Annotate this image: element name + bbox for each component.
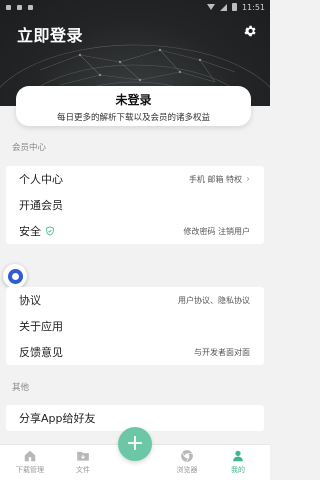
row-label: 协议 bbox=[19, 294, 41, 307]
row-label: 分享App给好友 bbox=[19, 412, 96, 425]
tab-label: 我的 bbox=[231, 466, 245, 474]
row-security[interactable]: 安全 修改密码 注销用户 bbox=[6, 218, 264, 244]
status-time: 11:51 bbox=[241, 2, 265, 12]
notification-icon bbox=[6, 4, 11, 10]
row-value: 与开发者面对面 bbox=[194, 347, 250, 357]
tab-download-manager[interactable]: 下载管理 bbox=[10, 447, 50, 475]
plus-icon: + bbox=[125, 431, 145, 456]
row-about[interactable]: 关于应用 bbox=[6, 313, 264, 339]
page-title[interactable]: 立即登录 bbox=[17, 22, 83, 46]
browser-icon bbox=[181, 450, 193, 462]
section-label-other: 其他 bbox=[12, 383, 30, 393]
section-label-member: 会员中心 bbox=[12, 143, 47, 153]
row-open-membership[interactable]: 开通会员 bbox=[6, 192, 264, 218]
row-personal-center[interactable]: 个人中心 手机 邮箱 特权 › bbox=[6, 166, 264, 192]
tab-label: 浏览器 bbox=[176, 466, 198, 474]
add-button[interactable]: + bbox=[118, 427, 152, 461]
tab-label: 文件 bbox=[76, 466, 90, 474]
tab-files[interactable]: 文件 bbox=[63, 447, 103, 475]
row-label: 反馈意见 bbox=[19, 346, 63, 359]
row-value: 手机 邮箱 特权 bbox=[188, 174, 242, 184]
login-status: 未登录 bbox=[115, 93, 152, 107]
notification-icon bbox=[17, 4, 22, 10]
row-label: 个人中心 bbox=[19, 173, 63, 186]
gear-icon[interactable] bbox=[243, 24, 257, 38]
tab-label: 下载管理 bbox=[16, 466, 44, 474]
folder-icon bbox=[77, 451, 89, 461]
login-card[interactable]: 未登录 每日更多的解析下载以及会员的诸多权益 bbox=[16, 86, 251, 126]
login-subtitle: 每日更多的解析下载以及会员的诸多权益 bbox=[56, 113, 210, 123]
info-card: 协议 用户协议、隐私协议 关于应用 反馈意见 与开发者面对面 bbox=[6, 287, 264, 365]
person-icon bbox=[233, 450, 243, 462]
row-value: 用户协议、隐私协议 bbox=[178, 295, 250, 305]
home-icon bbox=[24, 450, 36, 462]
tab-mine[interactable]: 我的 bbox=[218, 447, 258, 475]
row-feedback[interactable]: 反馈意见 与开发者面对面 bbox=[6, 339, 264, 365]
tab-browser[interactable]: 浏览器 bbox=[167, 447, 207, 475]
notification-icon bbox=[28, 4, 33, 10]
row-label: 安全 bbox=[19, 225, 41, 238]
floating-assist-button[interactable] bbox=[3, 264, 27, 288]
row-agreement[interactable]: 协议 用户协议、隐私协议 bbox=[6, 287, 264, 313]
row-value: 修改密码 注销用户 bbox=[183, 226, 250, 236]
row-label: 开通会员 bbox=[19, 199, 63, 212]
wifi-icon bbox=[206, 4, 215, 10]
member-card: 个人中心 手机 邮箱 特权 › 开通会员 安全 修改密码 注销用户 bbox=[6, 166, 264, 244]
status-bar: 11:51 bbox=[0, 0, 270, 14]
signal-icon bbox=[219, 3, 227, 11]
battery-icon bbox=[231, 3, 237, 11]
shield-check-icon bbox=[46, 226, 54, 236]
row-label: 关于应用 bbox=[19, 320, 63, 333]
chevron-right-icon: › bbox=[246, 173, 250, 185]
